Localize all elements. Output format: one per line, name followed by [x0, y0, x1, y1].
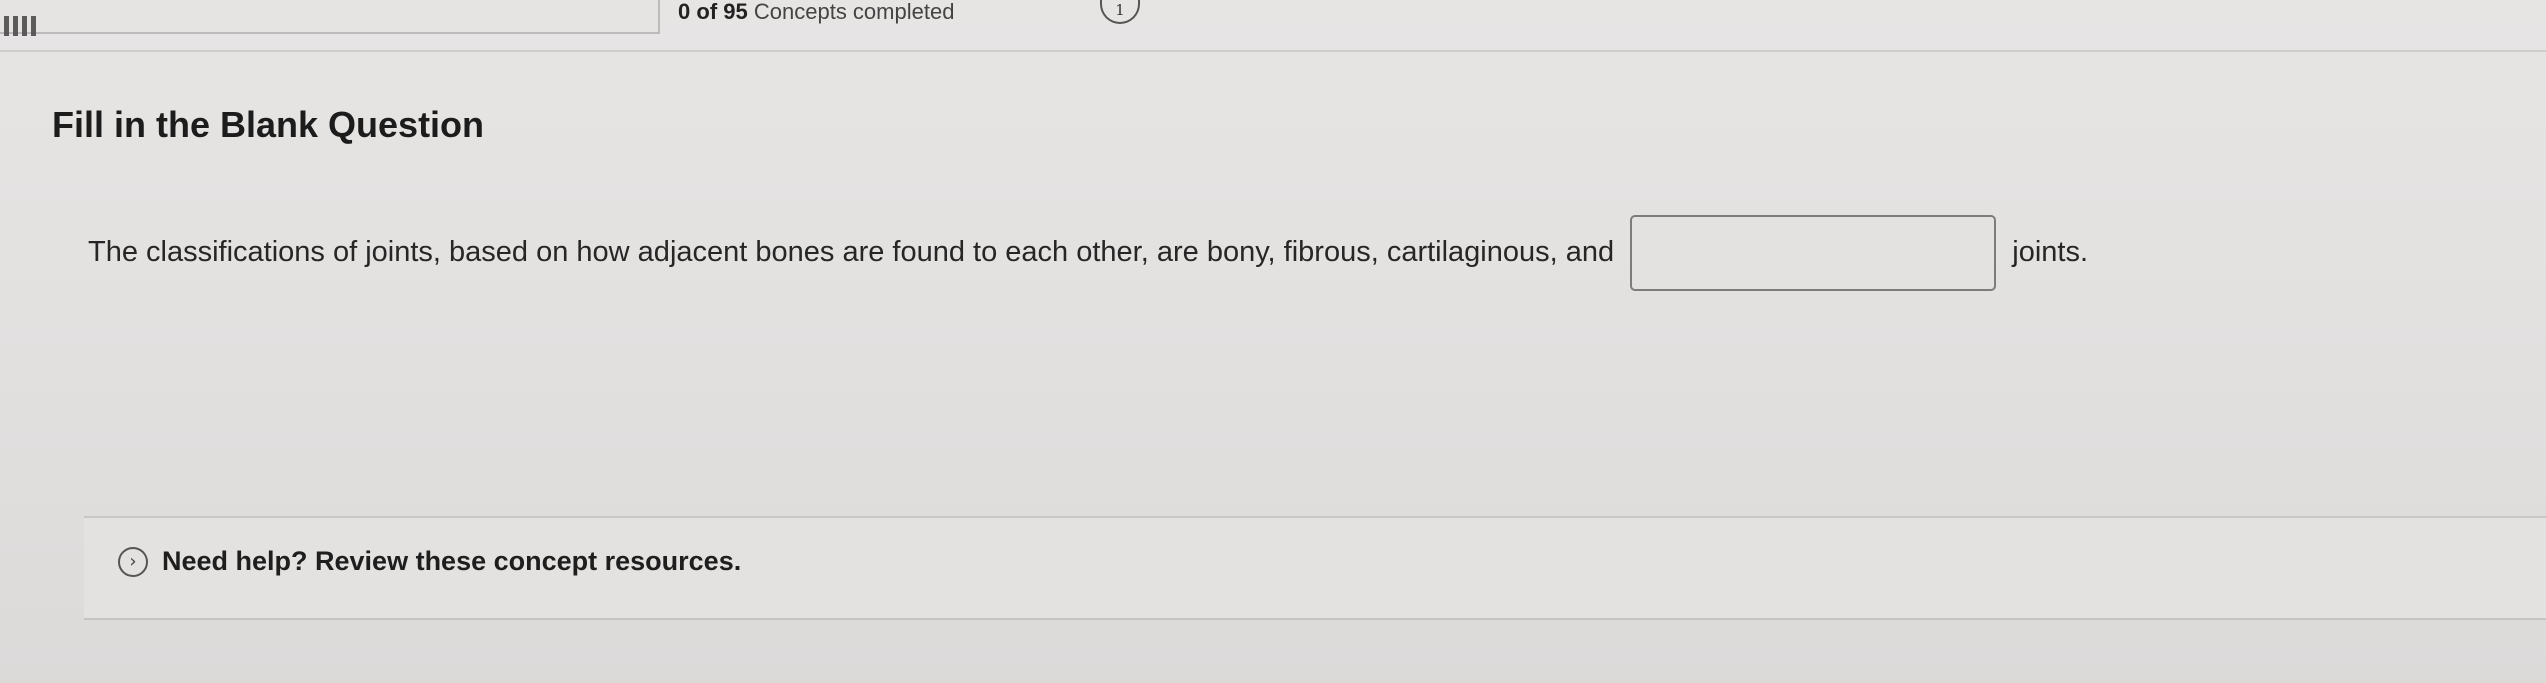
- completed-count: 0: [678, 0, 691, 24]
- prompt-text-after: joints.: [2012, 236, 2089, 268]
- concept-count-badge[interactable]: 1: [1100, 0, 1140, 24]
- of-word: of: [696, 0, 718, 24]
- question-page: 0 of 95 Concepts completed 1 Fill in the…: [0, 0, 2546, 683]
- help-label: Need help? Review these concept resource…: [162, 546, 742, 576]
- progress-bar: [0, 0, 660, 36]
- question-title: Fill in the Blank Question: [52, 104, 485, 145]
- chevron-right-circle-icon: ›: [118, 546, 148, 577]
- progress-bars-icon: [4, 16, 52, 36]
- progress-status: 0 of 95 Concepts completed: [678, 0, 954, 24]
- progress-header: 0 of 95 Concepts completed 1: [0, 0, 2546, 52]
- answer-blank-input[interactable]: [1630, 215, 1997, 292]
- prompt-text-before: The classifications of joints, based on …: [88, 236, 1615, 268]
- question-prompt: The classifications of joints, based on …: [88, 214, 2526, 292]
- progress-suffix: Concepts completed: [753, 0, 955, 24]
- total-count: 95: [723, 0, 748, 24]
- concept-resources-toggle[interactable]: › Need help? Review these concept resour…: [118, 546, 741, 577]
